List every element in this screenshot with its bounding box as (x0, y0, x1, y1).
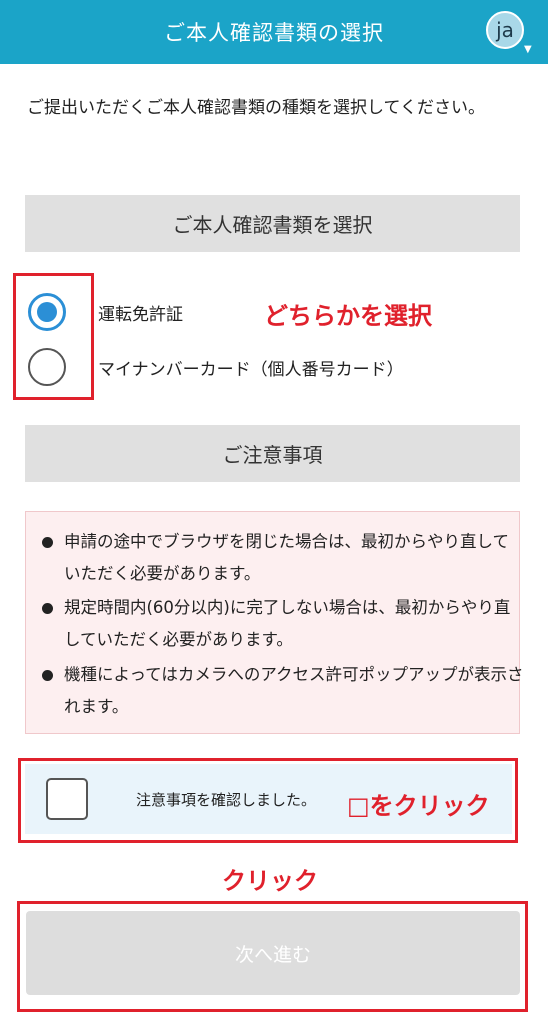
option-label: マイナンバーカード（個人番号カード） (98, 359, 404, 380)
annotation-choose-one: どちらかを選択 (264, 302, 432, 330)
notice-item: 機種によってはカメラへのアクセス許可ポップアップが表示されます。 (42, 659, 524, 723)
notice-item: 規定時間内(60分以内)に完了しない場合は、最初からやり直していただく必要があり… (42, 592, 524, 656)
app-header: ご本人確認書類の選択 ja ▼ (0, 0, 548, 64)
notice-box: 申請の途中でブラウザを閉じた場合は、最初からやり直していただく必要があります。 … (25, 511, 524, 734)
avatar[interactable]: ja (486, 11, 524, 49)
annotation-click: クリック (222, 867, 318, 895)
annotation-box-radios (13, 273, 94, 400)
bullet-icon (42, 537, 53, 548)
notes-section-header: ご注意事項 (25, 425, 520, 482)
bullet-icon (42, 670, 53, 681)
next-button[interactable]: 次へ進む (26, 911, 520, 995)
chevron-down-icon[interactable]: ▼ (524, 44, 532, 55)
option-label: 運転免許証 (98, 304, 183, 325)
document-section-header: ご本人確認書類を選択 (25, 195, 520, 252)
bullet-icon (42, 603, 53, 614)
annotation-click-checkbox: □をクリック (347, 792, 490, 820)
notice-item: 申請の途中でブラウザを閉じた場合は、最初からやり直していただく必要があります。 (42, 526, 524, 590)
page-title: ご本人確認書類の選択 (164, 21, 384, 45)
intro-text: ご提出いただくご本人確認書類の種類を選択してください。 (27, 98, 485, 118)
